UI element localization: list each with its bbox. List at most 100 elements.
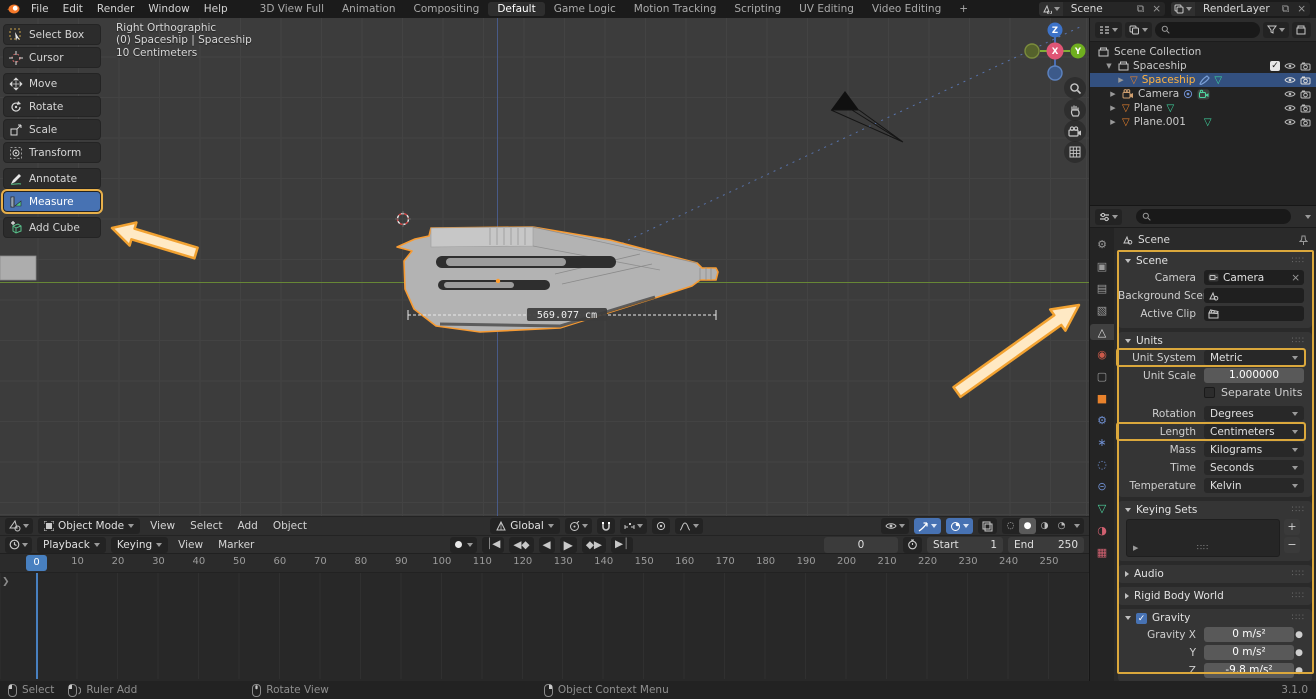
hide-eye-icon[interactable] [1284,62,1296,70]
gizmo-neg-z[interactable] [1048,66,1062,80]
menu-edit[interactable]: Edit [56,3,90,15]
menu-help[interactable]: Help [197,3,235,15]
tab-output[interactable]: ▤ [1092,280,1112,296]
tab-3d-view-full[interactable]: 3D View Full [251,2,333,16]
tab-scene[interactable]: △ [1090,324,1114,340]
menu-add[interactable]: Add [232,520,262,532]
tool-transform[interactable]: Transform [3,142,101,163]
playback-menu[interactable]: Playback [37,537,106,553]
tab-collection[interactable]: ▢ [1092,368,1112,384]
spaceship-object[interactable] [0,227,718,332]
jump-to-start-button[interactable]: ⏐◀ [482,537,504,553]
shading-solid-button[interactable]: ● [1019,518,1036,534]
new-scene-icon[interactable]: ⧉ [1133,3,1149,16]
remove-view-layer-icon[interactable]: × [1293,3,1310,15]
timeline-ruler[interactable]: 0 10203040506070809010011012013014015016… [0,554,1089,573]
remove-keying-set-button[interactable]: − [1284,537,1300,553]
disclosure-closed-icon[interactable]: ▶ [1108,104,1118,112]
keying-sets-list[interactable]: ▶ ∷∷ [1126,519,1280,557]
snap-toggle[interactable] [597,518,615,534]
play-button[interactable]: ▶ [560,537,577,553]
menu-file[interactable]: File [24,3,56,15]
background-scene-field[interactable] [1204,288,1304,303]
timeline-marker-menu[interactable]: Marker [213,539,259,551]
temperature-dropdown[interactable]: Kelvin [1204,478,1304,493]
rotation-dropdown[interactable]: Degrees [1204,406,1304,421]
show-visibility-selector[interactable] [881,518,909,534]
gravity-y-field[interactable]: 0 m/s² [1204,645,1294,660]
tab-object-data[interactable]: ▽ [1092,500,1112,516]
unit-scale-slider[interactable]: 1.000000 [1204,368,1304,383]
disable-render-icon[interactable] [1300,104,1311,113]
proportional-editing-toggle[interactable] [652,518,670,534]
tool-add-cube[interactable]: Add Cube [3,217,101,238]
add-keying-set-button[interactable]: + [1284,519,1300,535]
add-workspace-button[interactable]: + [950,2,977,16]
tab-constraints[interactable]: ⊝ [1092,478,1112,494]
tool-cursor[interactable]: Cursor [3,47,101,68]
disable-render-icon[interactable] [1300,62,1311,71]
tool-select-box[interactable]: Select Box [3,24,101,45]
panel-scene-header[interactable]: Scene ∷∷ [1118,252,1312,270]
keying-menu[interactable]: Keying [111,537,168,553]
frame-end-field[interactable]: End 250 [1008,537,1084,553]
pan-button[interactable] [1064,99,1086,121]
menu-object[interactable]: Object [268,520,312,532]
transform-orientation-selector[interactable]: Global [490,518,560,534]
tab-world[interactable]: ◉ [1092,346,1112,362]
outliner-row-plane[interactable]: ▶ ▽ Plane ▽ [1090,101,1316,115]
scene-selector[interactable]: Scene ⧉ × [1039,2,1165,16]
snap-settings-selector[interactable] [620,518,647,534]
properties-options-chevron[interactable] [1305,215,1311,219]
proportional-falloff-selector[interactable] [675,518,703,534]
view-layer-browse-icon[interactable] [1171,2,1195,16]
current-frame-field[interactable]: 0 [824,537,898,553]
camera-view-button[interactable] [1064,120,1086,142]
tab-motion-tracking[interactable]: Motion Tracking [625,2,726,16]
disclosure-closed-icon[interactable]: ▶ [1108,90,1118,98]
tab-render[interactable]: ▣ [1092,258,1112,274]
tab-compositing[interactable]: Compositing [405,2,489,16]
tool-annotate[interactable]: Annotate [3,168,101,189]
new-view-layer-icon[interactable]: ⧉ [1278,3,1294,16]
tab-uv-editing[interactable]: UV Editing [790,2,863,16]
unlink-scene-icon[interactable]: × [1148,3,1165,15]
time-dropdown[interactable]: Seconds [1204,460,1304,475]
properties-search-input[interactable] [1136,209,1291,224]
outliner-search-input[interactable] [1155,22,1260,38]
camera-object[interactable] [831,91,903,142]
panel-rigid-body-world-header[interactable]: Rigid Body World ∷∷ [1118,587,1312,605]
auto-keying-toggle[interactable] [450,537,477,553]
view-layer-name[interactable]: RenderLayer [1195,3,1278,15]
jump-to-end-button[interactable]: ▶⏐ [611,537,633,553]
use-preview-range-toggle[interactable] [903,537,922,553]
tab-object[interactable]: ■ [1092,390,1112,406]
tab-modifiers[interactable]: ⚙ [1092,412,1112,428]
panel-units-header[interactable]: Units ∷∷ [1118,332,1312,350]
shading-wireframe-button[interactable]: ◌ [1002,518,1019,534]
outliner-row-scene-collection[interactable]: Scene Collection [1090,45,1316,59]
menu-render[interactable]: Render [90,3,141,15]
show-overlays-toggle[interactable] [946,518,973,534]
tab-particles[interactable]: ∗ [1092,434,1112,450]
panel-gravity-header[interactable]: ✓ Gravity ∷∷ [1118,609,1312,627]
timeline-expand-icon[interactable]: ❯ [2,577,10,587]
panel-audio-header[interactable]: Audio ∷∷ [1118,565,1312,583]
outliner-row-spaceship-collection[interactable]: ▼ Spaceship ✓ [1090,59,1316,73]
disable-render-icon[interactable] [1300,90,1311,99]
timeline-body[interactable]: ❯ [0,573,1089,679]
disclosure-closed-icon[interactable]: ▶ [1108,118,1118,126]
tab-tool[interactable]: ⚙ [1092,236,1112,252]
tab-physics[interactable]: ◌ [1092,456,1112,472]
hide-eye-icon[interactable] [1284,76,1296,84]
timeline-editor-type-button[interactable] [5,537,32,553]
disclosure-closed-icon[interactable]: ▶ [1116,76,1126,84]
tool-scale[interactable]: Scale [3,119,101,140]
unit-system-dropdown[interactable]: Metric [1204,350,1304,365]
3d-viewport[interactable]: Right Orthographic (0) Spaceship | Space… [0,18,1089,516]
separate-units-checkbox[interactable] [1204,387,1215,398]
zoom-button[interactable] [1064,77,1086,99]
shading-rendered-button[interactable]: ◔ [1053,518,1070,534]
hide-eye-icon[interactable] [1284,90,1296,98]
outliner-row-camera[interactable]: ▶ Camera [1090,87,1316,101]
